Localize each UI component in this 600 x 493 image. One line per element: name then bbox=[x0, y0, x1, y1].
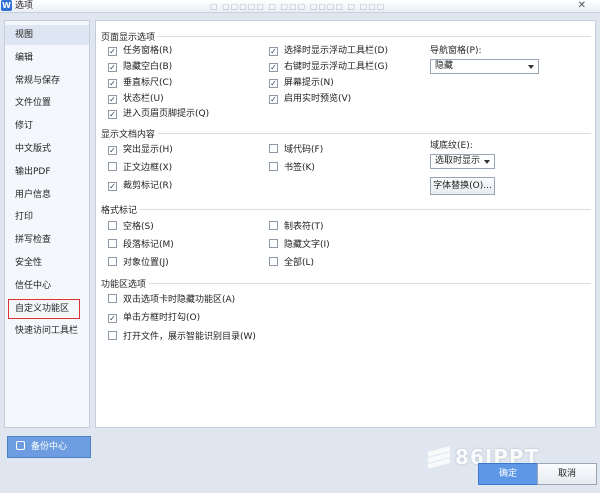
checkbox-screen-tips[interactable]: ✓ 屏幕提示(N) bbox=[269, 77, 334, 89]
group-divider bbox=[101, 133, 591, 134]
checkbox-checked-icon: ✓ bbox=[269, 47, 278, 56]
checkbox-object-anchors[interactable]: 对象位置(J) bbox=[108, 257, 169, 269]
checkbox-text-boundary[interactable]: 正文边框(X) bbox=[108, 162, 172, 174]
checkbox-status-bar[interactable]: ✓ 状态栏(U) bbox=[108, 93, 164, 105]
checkbox-checked-icon: ✓ bbox=[108, 182, 117, 191]
title-bar: W 选项 ▢ ▢▢▢▢▢ ▢ ▢▢▢ ▢▢▢▢ ▢ ▢▢▢ ✕ bbox=[0, 0, 600, 13]
checkbox-vertical-ruler[interactable]: ✓ 垂直标尺(C) bbox=[108, 77, 172, 89]
sidebar-item-customize-ribbon[interactable]: 自定义功能区 bbox=[8, 299, 80, 319]
sidebar-item-spell-check[interactable]: 拼写检查 bbox=[5, 230, 89, 250]
checkbox-checked-icon: ✓ bbox=[108, 146, 117, 155]
checkbox-checked-icon: ✓ bbox=[269, 63, 278, 72]
options-sidebar: 视图 编辑 常规与保存 文件位置 修订 中文版式 输出PDF 用户信息 打印 拼… bbox=[4, 20, 90, 428]
checkbox-empty-icon bbox=[269, 257, 278, 266]
sidebar-item-revision[interactable]: 修订 bbox=[5, 116, 89, 136]
checkbox-task-pane[interactable]: ✓ 任务窗格(R) bbox=[108, 45, 172, 57]
field-shading-select[interactable]: 选取时显示 bbox=[430, 154, 495, 169]
group-divider bbox=[101, 36, 591, 37]
ok-button[interactable]: 确定 bbox=[478, 463, 538, 485]
checkbox-empty-icon bbox=[108, 221, 117, 230]
checkbox-checked-icon: ✓ bbox=[108, 47, 117, 56]
checkbox-checked-icon: ✓ bbox=[108, 95, 117, 104]
checkbox-hidden-text[interactable]: 隐藏文字(I) bbox=[269, 239, 330, 251]
sidebar-item-file-location[interactable]: 文件位置 bbox=[5, 93, 89, 113]
checkbox-click-to-check[interactable]: ✓ 单击方框时打勾(O) bbox=[108, 312, 200, 324]
blurred-background-tabs: ▢ ▢▢▢▢▢ ▢ ▢▢▢ ▢▢▢▢ ▢ ▢▢▢ bbox=[210, 2, 386, 11]
group-title-format-marks: 格式标记 bbox=[101, 203, 141, 216]
group-title-page-display: 页面显示选项 bbox=[101, 30, 159, 43]
sidebar-item-print[interactable]: 打印 bbox=[5, 207, 89, 227]
checkbox-hide-blank[interactable]: ✓ 隐藏空白(B) bbox=[108, 61, 172, 73]
checkbox-all-marks[interactable]: 全部(L) bbox=[269, 257, 314, 269]
checkbox-field-codes[interactable]: 域代码(F) bbox=[269, 144, 323, 156]
checkbox-tab-chars[interactable]: 制表符(T) bbox=[269, 221, 324, 233]
close-button[interactable]: ✕ bbox=[578, 0, 586, 12]
checkbox-spaces[interactable]: 空格(S) bbox=[108, 221, 154, 233]
sidebar-item-security[interactable]: 安全性 bbox=[5, 253, 89, 273]
checkbox-empty-icon bbox=[108, 239, 117, 248]
checkbox-floating-toolbar-rightclick[interactable]: ✓ 右键时显示浮动工具栏(G) bbox=[269, 61, 388, 73]
checkbox-dblclick-hide-ribbon[interactable]: 双击选项卡时隐藏功能区(A) bbox=[108, 294, 235, 306]
checkbox-crop-marks[interactable]: ✓ 裁剪标记(R) bbox=[108, 180, 172, 192]
sidebar-item-chinese-layout[interactable]: 中文版式 bbox=[5, 139, 89, 159]
sidebar-item-edit[interactable]: 编辑 bbox=[5, 48, 89, 68]
checkbox-checked-icon: ✓ bbox=[108, 63, 117, 72]
checkbox-empty-icon bbox=[269, 144, 278, 153]
checkbox-bookmarks[interactable]: 书签(K) bbox=[269, 162, 315, 174]
cancel-button[interactable]: 取消 bbox=[537, 463, 597, 485]
group-title-ribbon: 功能区选项 bbox=[101, 277, 150, 290]
checkbox-checked-icon: ✓ bbox=[269, 79, 278, 88]
sidebar-item-trust-center[interactable]: 信任中心 bbox=[5, 276, 89, 296]
dropdown-arrow-icon bbox=[528, 65, 534, 69]
checkbox-live-preview[interactable]: ✓ 启用实时预览(V) bbox=[269, 93, 351, 105]
field-shading-label: 域底纹(E): bbox=[430, 141, 473, 151]
nav-pane-label: 导航窗格(P): bbox=[430, 46, 482, 56]
checkbox-empty-icon bbox=[269, 239, 278, 248]
layers-icon bbox=[428, 446, 450, 469]
dropdown-arrow-icon bbox=[484, 160, 490, 164]
wps-app-icon: W bbox=[1, 0, 12, 11]
sidebar-item-view[interactable]: 视图 bbox=[5, 25, 89, 45]
checkbox-checked-icon: ✓ bbox=[108, 79, 117, 88]
checkbox-paragraph-marks[interactable]: 段落标记(M) bbox=[108, 239, 174, 251]
group-divider bbox=[101, 209, 591, 210]
checkbox-empty-icon bbox=[269, 162, 278, 171]
group-divider bbox=[101, 283, 591, 284]
checkbox-checked-icon: ✓ bbox=[108, 314, 117, 323]
view-options-panel: 页面显示选项 ✓ 任务窗格(R) ✓ 隐藏空白(B) ✓ 垂直标尺(C) ✓ 状态栏(U… bbox=[95, 20, 596, 428]
font-replace-button[interactable]: 字体替换(O)... bbox=[430, 177, 495, 195]
backup-center-button[interactable]: 备份中心 bbox=[7, 436, 91, 458]
backup-icon bbox=[16, 441, 25, 450]
checkbox-highlight[interactable]: ✓ 突出显示(H) bbox=[108, 144, 173, 156]
checkbox-floating-toolbar-select[interactable]: ✓ 选择时显示浮动工具栏(D) bbox=[269, 45, 388, 57]
checkbox-empty-icon bbox=[108, 331, 117, 340]
nav-pane-select[interactable]: 隐藏 bbox=[430, 59, 539, 74]
window-title: 选项 bbox=[15, 1, 34, 11]
checkbox-empty-icon bbox=[108, 257, 117, 266]
sidebar-item-general-save[interactable]: 常规与保存 bbox=[5, 71, 89, 91]
checkbox-empty-icon bbox=[108, 294, 117, 303]
sidebar-item-quick-access-toolbar[interactable]: 快速访问工具栏 bbox=[5, 321, 89, 341]
checkbox-header-footer-hint[interactable]: ✓ 进入页眉页脚提示(Q) bbox=[108, 108, 209, 120]
checkbox-checked-icon: ✓ bbox=[269, 95, 278, 104]
checkbox-empty-icon bbox=[108, 162, 117, 171]
checkbox-smart-toc[interactable]: 打开文件，展示智能识别目录(W) bbox=[108, 331, 256, 343]
backup-center-label: 备份中心 bbox=[31, 442, 68, 452]
checkbox-checked-icon: ✓ bbox=[108, 110, 117, 119]
sidebar-item-output-pdf[interactable]: 输出PDF bbox=[5, 162, 89, 182]
checkbox-empty-icon bbox=[269, 221, 278, 230]
group-title-doc-content: 显示文档内容 bbox=[101, 127, 159, 140]
sidebar-item-user-info[interactable]: 用户信息 bbox=[5, 185, 89, 205]
